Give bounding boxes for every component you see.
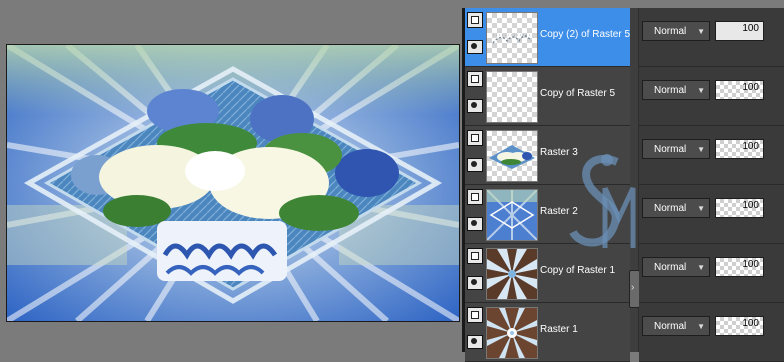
layer-properties-row: Normal ▼ 100 — [639, 67, 784, 126]
layer-thumbnail — [486, 307, 538, 359]
opacity-field[interactable]: 100 — [715, 21, 764, 41]
blend-mode-value: Normal — [654, 144, 687, 155]
raster-layer-icon[interactable] — [467, 307, 483, 323]
chevron-down-icon: ▼ — [697, 27, 705, 36]
blend-mode-dropdown[interactable]: Normal ▼ — [642, 139, 710, 159]
chevron-right-icon: › — [631, 282, 635, 293]
blend-mode-value: Normal — [654, 85, 687, 96]
blend-mode-value: Normal — [654, 26, 687, 37]
layer-name: Copy of Raster 5 — [540, 88, 616, 99]
layer-properties-row: Normal ▼ 100 — [639, 126, 784, 185]
raster-layer-icon[interactable] — [467, 12, 483, 28]
raster-layer-icon[interactable] — [467, 71, 483, 87]
chevron-down-icon: ▼ — [697, 263, 705, 272]
eye-icon[interactable] — [467, 276, 483, 290]
chevron-down-icon: ▼ — [697, 86, 705, 95]
layer-toggle-icons — [467, 307, 483, 357]
layer-thumbnail — [486, 189, 538, 241]
blend-mode-value: Normal — [654, 262, 687, 273]
layers-panel: Copy (2) of Raster 5 Copy of Raster 5 Ra… — [465, 8, 784, 362]
chevron-down-icon: ▼ — [697, 322, 705, 331]
eye-icon[interactable] — [467, 99, 483, 113]
chevron-down-icon: ▼ — [697, 204, 705, 213]
layer-properties-row: Normal ▼ 100 — [639, 303, 784, 362]
layer-row-raster-1[interactable]: Raster 1 — [465, 303, 630, 362]
eye-icon[interactable] — [467, 158, 483, 172]
layer-row-copy-raster-5[interactable]: Copy of Raster 5 — [465, 67, 630, 126]
opacity-field[interactable]: 100 — [715, 80, 764, 100]
blend-mode-dropdown[interactable]: Normal ▼ — [642, 198, 710, 218]
layer-properties-row: Normal ▼ 100 — [639, 8, 784, 67]
layer-thumbnail — [486, 12, 538, 64]
raster-layer-icon[interactable] — [467, 130, 483, 146]
layer-properties-row: Normal ▼ 100 — [639, 244, 784, 303]
layer-toggle-icons — [467, 12, 483, 62]
layer-properties-row: Normal ▼ 100 — [639, 185, 784, 244]
eye-icon[interactable] — [467, 217, 483, 231]
layer-toggle-icons — [467, 189, 483, 239]
layer-toggle-icons — [467, 71, 483, 121]
layer-thumbnail — [486, 130, 538, 182]
opacity-field[interactable]: 100 — [715, 257, 764, 277]
raster-layer-icon[interactable] — [467, 189, 483, 205]
layer-name: Copy (2) of Raster 5 — [540, 29, 631, 40]
layer-name: Raster 1 — [540, 324, 578, 335]
layer-toggle-icons — [467, 248, 483, 298]
layer-toggle-icons — [467, 130, 483, 180]
blend-mode-value: Normal — [654, 203, 687, 214]
layer-row-copy-2-raster-5[interactable]: Copy (2) of Raster 5 — [465, 8, 630, 67]
blend-mode-value: Normal — [654, 321, 687, 332]
raster-layer-icon[interactable] — [467, 248, 483, 264]
canvas-artwork — [7, 45, 459, 321]
blend-mode-dropdown[interactable]: Normal ▼ — [642, 80, 710, 100]
opacity-field[interactable]: 100 — [715, 139, 764, 159]
opacity-field[interactable]: 100 — [715, 198, 764, 218]
watermark-monogram — [569, 154, 636, 248]
opacity-field[interactable]: 100 — [715, 316, 764, 336]
blend-mode-dropdown[interactable]: Normal ▼ — [642, 316, 710, 336]
image-canvas[interactable] — [6, 44, 460, 322]
eye-icon[interactable] — [467, 335, 483, 349]
layer-name: Copy of Raster 1 — [540, 265, 616, 276]
layer-thumbnail — [486, 248, 538, 300]
blend-mode-dropdown[interactable]: Normal ▼ — [642, 257, 710, 277]
chevron-down-icon: ▼ — [697, 145, 705, 154]
blend-mode-dropdown[interactable]: Normal ▼ — [642, 21, 710, 41]
layer-thumbnail — [486, 71, 538, 123]
eye-icon[interactable] — [467, 40, 483, 54]
